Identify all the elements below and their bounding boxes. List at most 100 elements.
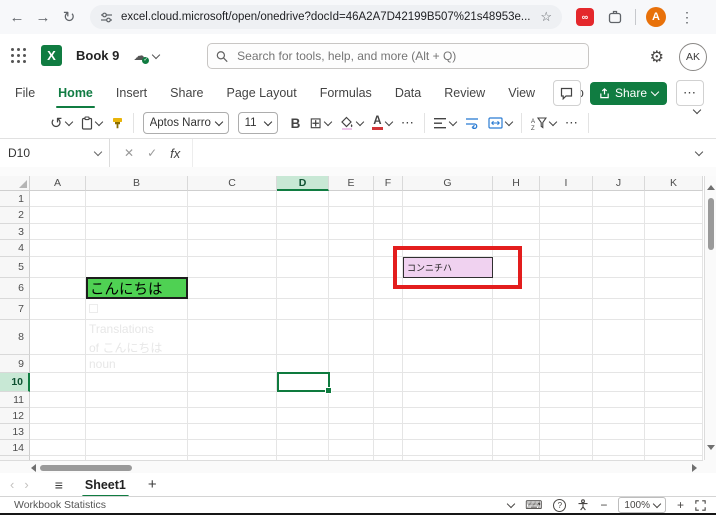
font-name-select[interactable]: Aptos Narrow (... [143,112,229,134]
column-header-A[interactable]: A [30,176,86,191]
tab-formulas[interactable]: Formulas [320,86,372,100]
row-header-1[interactable]: 1 [0,191,30,207]
tab-home[interactable]: Home [58,86,93,100]
fill-color-chevron-icon[interactable] [356,118,364,126]
row-header-8[interactable]: 8 [0,320,30,355]
search-input[interactable] [235,48,580,64]
pdf-extension-icon[interactable]: ∞ [576,8,594,26]
account-avatar[interactable]: AK [679,43,707,71]
comments-button[interactable] [553,80,581,106]
row-header-7[interactable]: 7 [0,299,30,320]
tab-page-layout[interactable]: Page Layout [227,86,297,100]
browser-back-icon[interactable]: ← [4,9,30,26]
column-header-H[interactable]: H [493,176,540,191]
font-color-button[interactable]: A [372,116,392,130]
excel-logo-icon[interactable]: X [41,45,62,66]
fill-color-button[interactable] [340,116,363,130]
horizontal-scrollbar[interactable] [0,460,703,473]
cell-B6[interactable]: こんにちは [86,277,188,299]
scroll-left-arrow-icon[interactable] [31,464,36,472]
tab-view[interactable]: View [508,86,535,100]
workbook-title[interactable]: Book 9 [76,48,119,63]
browser-menu-kebab-icon[interactable]: ⋮ [674,9,700,26]
tab-data[interactable]: Data [395,86,421,100]
borders-button[interactable]: ⊞ [309,114,331,132]
paste-chevron-icon[interactable] [94,118,102,126]
zoom-out-button[interactable]: − [600,498,607,512]
help-icon[interactable]: ? [553,499,566,512]
bold-button[interactable]: B [291,116,301,131]
borders-chevron-icon[interactable] [324,118,332,126]
select-all-corner[interactable] [0,176,30,191]
browser-address-bar[interactable]: excel.cloud.microsoft/open/onedrive?docI… [90,5,562,29]
share-button[interactable]: Share [590,82,667,105]
workbook-statistics-button[interactable]: Workbook Statistics [14,499,106,511]
sort-filter-button[interactable]: A Z [531,117,556,130]
column-header-F[interactable]: F [374,176,403,191]
tab-file[interactable]: File [15,86,35,100]
row-header-14[interactable]: 14 [0,440,30,456]
browser-profile-avatar[interactable]: A [646,7,666,27]
merge-cells-button[interactable] [488,117,512,129]
fullscreen-icon[interactable] [695,500,706,511]
merge-chevron-icon[interactable] [505,118,513,126]
row-header-2[interactable]: 2 [0,207,30,224]
font-group-more-button[interactable]: ⋯ [401,115,415,131]
font-size-select[interactable]: 11 [238,112,278,134]
add-sheet-button[interactable]: + [148,476,157,493]
column-header-C[interactable]: C [188,176,277,191]
bookmark-star-icon[interactable]: ☆ [540,9,552,25]
tab-review[interactable]: Review [444,86,485,100]
prev-sheet-chevron-icon[interactable]: ‹ [10,477,14,492]
formula-input[interactable] [192,139,696,167]
sheet-tab-active[interactable]: Sheet1 [85,478,126,492]
fill-handle[interactable] [325,387,332,394]
tab-share[interactable]: Share [170,86,203,100]
extensions-icon[interactable] [607,9,623,25]
ribbon-collapse-chevron-icon[interactable] [693,106,701,114]
keyboard-shortcuts-icon[interactable]: ⌨ [525,498,542,512]
row-header-3[interactable]: 3 [0,224,30,240]
insert-function-icon[interactable]: fx [170,146,180,161]
ribbon-more-button[interactable]: ⋯ [676,80,704,106]
scroll-down-arrow-icon[interactable] [707,445,715,450]
font-color-chevron-icon[interactable] [385,118,393,126]
undo-button[interactable]: ↺ [50,114,72,132]
row-header-4[interactable]: 4 [0,240,30,257]
row-header-5[interactable]: 5 [0,257,30,278]
column-header-D[interactable]: D [277,176,329,191]
search-bar[interactable] [207,43,589,69]
column-header-G[interactable]: G [403,176,493,191]
browser-reload-icon[interactable]: ↻ [56,8,82,26]
browser-forward-icon[interactable]: → [30,9,56,26]
row-header-6[interactable]: 6 [0,278,30,299]
sort-filter-chevron-icon[interactable] [549,118,557,126]
confirm-entry-icon[interactable]: ✓ [147,146,157,160]
format-painter-button[interactable] [111,117,124,130]
all-sheets-menu-icon[interactable]: ≡ [55,477,63,493]
settings-gear-icon[interactable]: ⚙ [650,47,664,67]
formula-bar-expand-chevron-icon[interactable] [695,148,703,156]
tab-insert[interactable]: Insert [116,86,147,100]
accessibility-icon[interactable] [577,499,589,511]
vertical-scrollbar-thumb[interactable] [708,198,714,250]
align-button[interactable] [434,118,456,129]
name-box[interactable]: D10 [0,139,110,167]
url-text[interactable]: excel.cloud.microsoft/open/onedrive?docI… [121,11,540,23]
status-overflow-chevron-icon[interactable] [507,500,515,508]
cancel-entry-icon[interactable]: ✕ [124,146,134,160]
undo-chevron-icon[interactable] [64,118,72,126]
scroll-up-arrow-icon[interactable] [707,185,715,190]
row-header-9[interactable]: 9 [0,355,30,373]
row-header-11[interactable]: 11 [0,392,30,408]
ribbon-overflow-button[interactable]: ⋯ [565,115,579,131]
horizontal-scrollbar-thumb[interactable] [40,465,132,471]
column-header-I[interactable]: I [540,176,593,191]
scroll-right-arrow-icon[interactable] [692,464,697,472]
site-info-icon[interactable] [100,11,113,24]
app-launcher-waffle-icon[interactable] [10,47,27,64]
vertical-scrollbar[interactable] [704,176,716,460]
title-dropdown-chevron-icon[interactable] [152,50,160,58]
column-header-B[interactable]: B [86,176,188,191]
column-header-J[interactable]: J [593,176,645,191]
